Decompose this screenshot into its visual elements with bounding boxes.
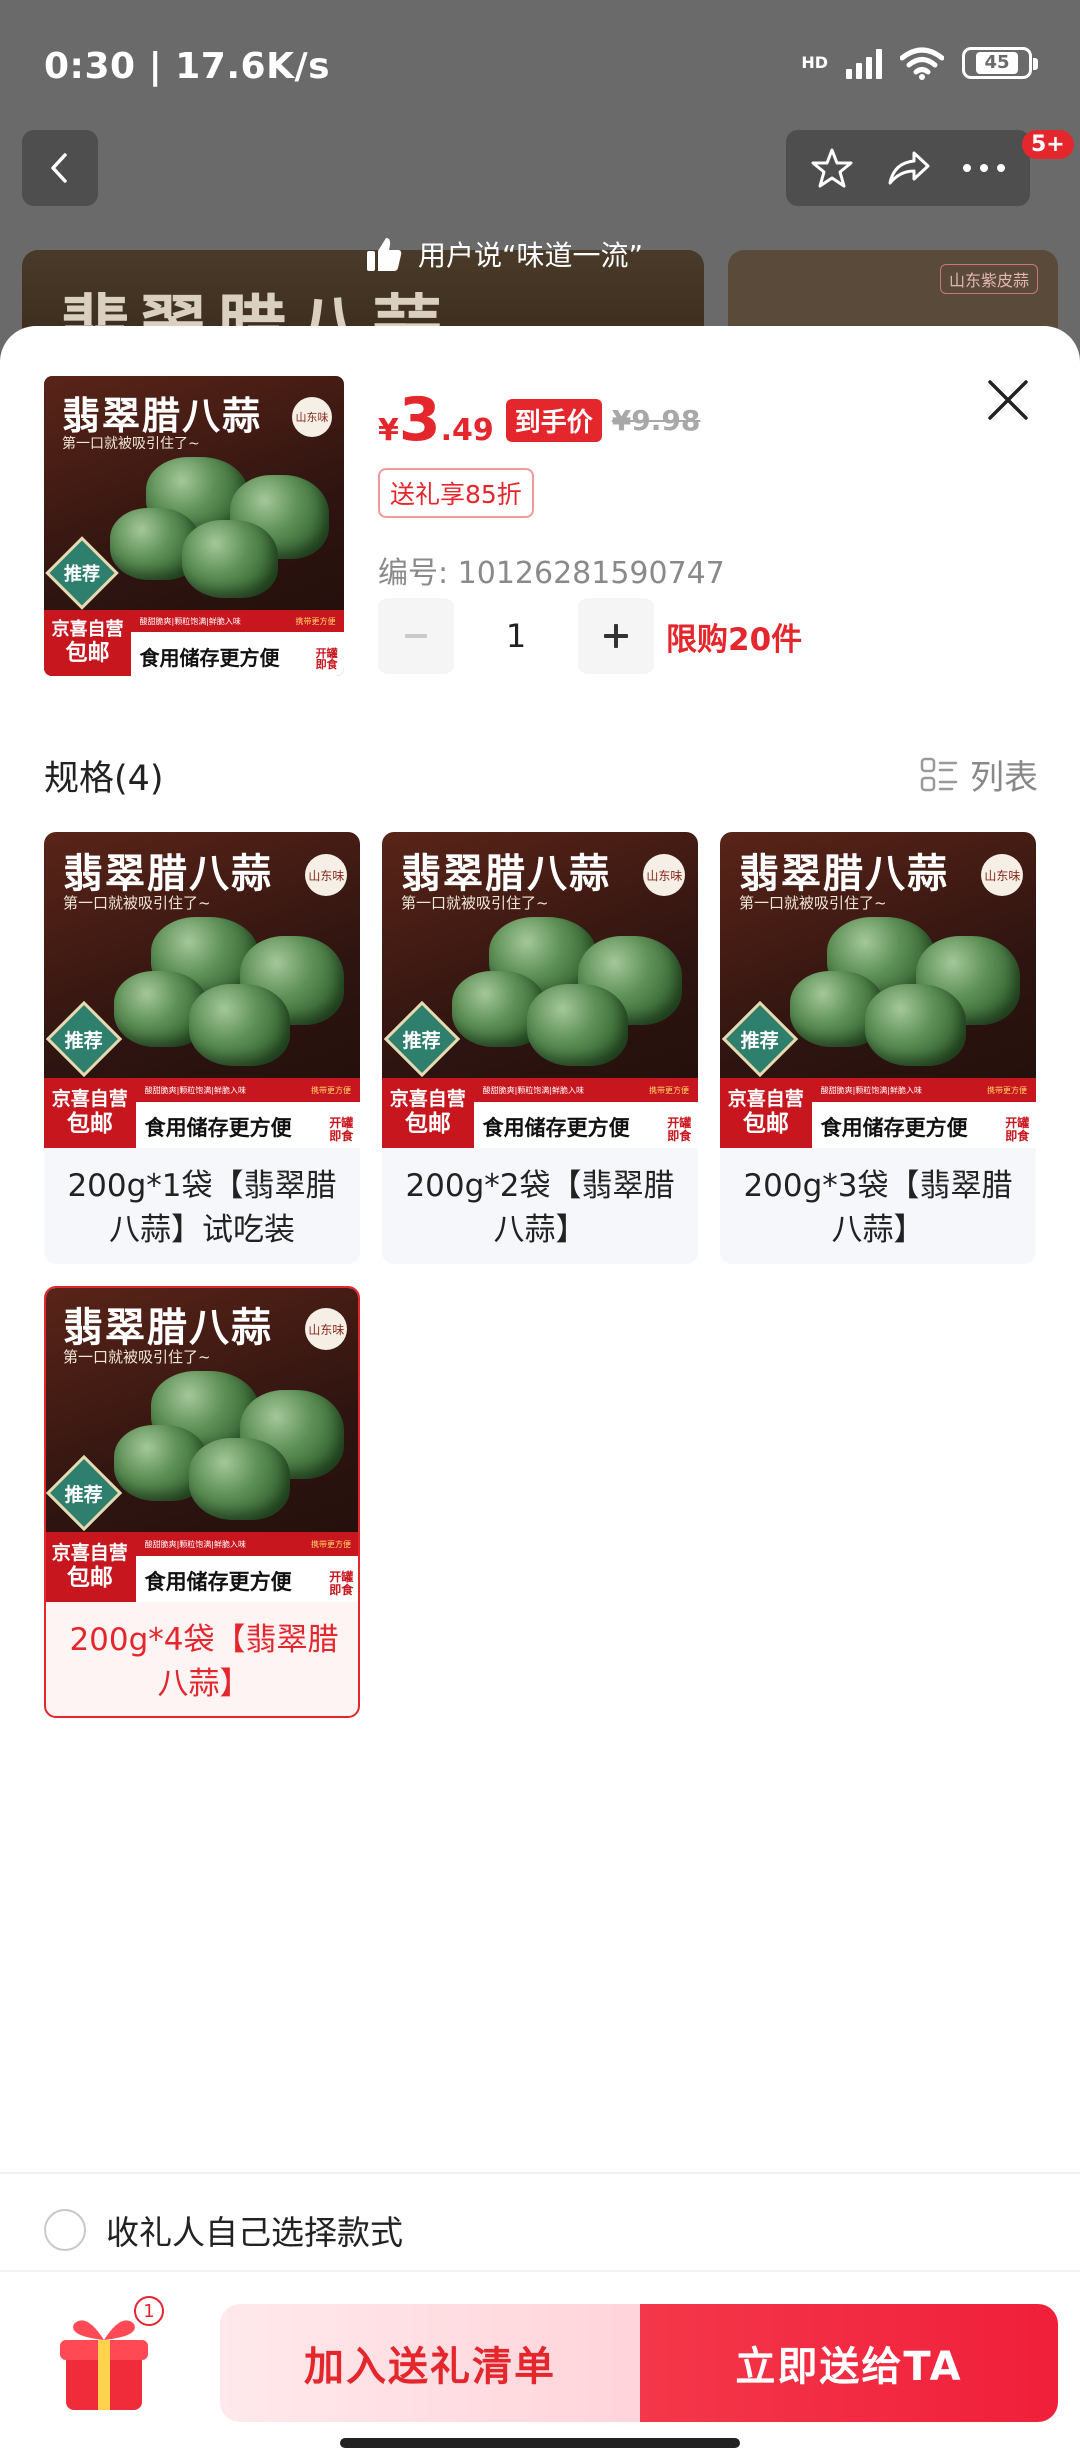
back-icon (51, 153, 67, 183)
close-icon[interactable] (980, 372, 1036, 428)
list-view-label: 列表 (970, 758, 1038, 798)
divider (0, 2172, 1080, 2174)
more-icon[interactable] (961, 162, 1007, 174)
signal-icon (846, 47, 882, 79)
spec-option-card[interactable]: 翡翠腊八蒜 山东味 第一口就被吸引住了~ 推荐 京喜自营 包邮 酸甜脆爽|颗粒饱满|鲜脆入味… (382, 832, 698, 1264)
back-button[interactable] (22, 130, 98, 206)
spec-option-card[interactable]: 翡翠腊八蒜 山东味 第一口就被吸引住了~ 推荐 京喜自营 包邮 酸甜脆爽|颗粒饱满|鲜脆入味… (44, 1286, 360, 1718)
status-bar: 0:30 | 17.6K/s HD 45 (0, 0, 1080, 130)
recipient-choice-label: 收礼人自己选择款式 (106, 2213, 403, 2252)
bottom-action-bar: 1 加入送礼清单 立即送给TA (0, 2270, 1080, 2460)
spec-section-title: 规格(4) (44, 759, 164, 799)
image-subtitle: 第一口就被吸引住了~ (62, 436, 200, 452)
garlic-clove (182, 520, 278, 598)
decrease-button[interactable] (378, 598, 454, 674)
spec-option-label: 200g*2袋【翡翠腊八蒜】 (405, 1168, 675, 1248)
user-review-text: 用户说“味道一流” (418, 239, 644, 272)
image-region-badge: 山东味 (292, 397, 332, 437)
spec-option-image: 翡翠腊八蒜 山东味 第一口就被吸引住了~ 推荐 京喜自营 包邮 酸甜脆爽|颗粒饱满|鲜脆入味… (46, 1288, 358, 1602)
thumbs-up-icon (367, 238, 402, 271)
recipient-choice-option[interactable]: 收礼人自己选择款式 (44, 2206, 403, 2254)
spec-selector-sheet: 翡翠腊八蒜 山东味 第一口就被吸引住了~ 推荐 京喜自营 包邮 酸甜脆爽|颗粒饱满… (0, 326, 1080, 2460)
system-icons: HD 45 (801, 46, 1038, 80)
radio-button[interactable] (44, 2209, 86, 2251)
spec-option-label: 200g*1袋【翡翠腊八蒜】试吃装 (67, 1168, 337, 1248)
original-price: ¥9.98 (611, 403, 701, 437)
gift-discount-tag: 送礼享85折 (378, 468, 534, 518)
list-view-icon (920, 757, 958, 791)
network-type: HD (801, 53, 828, 72)
spec-option-image: 翡翠腊八蒜 山东味 第一口就被吸引住了~ 推荐 京喜自营 包邮 酸甜脆爽|颗粒饱满|鲜脆入味… (720, 832, 1036, 1148)
quantity-value[interactable]: 1 (454, 617, 578, 655)
spec-option-label: 200g*4袋【翡翠腊八蒜】 (69, 1622, 339, 1702)
battery-icon: 45 (962, 47, 1038, 79)
gift-count-badge: 1 (134, 2296, 164, 2326)
list-view-toggle[interactable]: 列表 (920, 750, 1038, 799)
purchase-limit: 限购20件 (666, 621, 803, 658)
status-time: 0:30 | 17.6K/s (44, 46, 331, 87)
recommend-badge: 推荐 (45, 536, 119, 610)
side-image-tag: 山东紫皮蒜 (939, 264, 1038, 294)
background-product-page: 0:30 | 17.6K/s HD 45 5+ 翡翠腊八蒜 山东紫皮蒜 用户说“… (0, 0, 1080, 360)
notification-badge: 5+ (1022, 130, 1074, 159)
product-image: 翡翠腊八蒜 山东味 第一口就被吸引住了~ 推荐 京喜自营 包邮 酸甜脆爽|颗粒饱满… (44, 376, 344, 676)
price-row: ¥ 3 .49 到手价 ¥9.98 (378, 390, 700, 450)
user-review-bar: 用户说“味道一流” (364, 222, 643, 286)
image-title: 翡翠腊八蒜 (62, 393, 263, 438)
final-price-tag: 到手价 (505, 398, 602, 442)
wifi-icon (900, 47, 944, 80)
spec-option-image: 翡翠腊八蒜 山东味 第一口就被吸引住了~ 推荐 京喜自营 包邮 酸甜脆爽|颗粒饱满|鲜脆入味… (44, 832, 360, 1148)
quantity-stepper: 1 限购20件 (378, 598, 802, 674)
currency-symbol: ¥ (378, 413, 399, 448)
battery-level: 45 (976, 52, 1018, 74)
price-integer: 3 (398, 385, 441, 455)
share-icon[interactable] (884, 145, 932, 191)
image-bottom-banner: 酸甜脆爽|颗粒饱满|鲜脆入味 携带更方便 食用储存更方便 开罐 即食 (131, 610, 344, 676)
star-icon[interactable] (809, 145, 855, 191)
gift-box-icon[interactable] (56, 2310, 152, 2414)
jd-self-operated-badge: 京喜自营 包邮 (44, 610, 131, 676)
plus-icon (604, 624, 628, 648)
minus-icon (405, 634, 427, 638)
add-to-gift-list-button[interactable]: 加入送礼清单 (220, 2304, 640, 2422)
spec-option-card[interactable]: 翡翠腊八蒜 山东味 第一口就被吸引住了~ 推荐 京喜自营 包邮 酸甜脆爽|颗粒饱满|鲜脆入味… (720, 832, 1036, 1264)
sku-number: 编号: 10126281590747 (378, 556, 725, 591)
spec-option-card[interactable]: 翡翠腊八蒜 山东味 第一口就被吸引住了~ 推荐 京喜自营 包邮 酸甜脆爽|颗粒饱满|鲜脆入味… (44, 832, 360, 1264)
send-gift-now-button[interactable]: 立即送给TA (640, 2304, 1058, 2422)
top-actions (786, 130, 1030, 206)
price-decimal: .49 (440, 413, 494, 448)
home-indicator[interactable] (340, 2438, 740, 2448)
increase-button[interactable] (578, 598, 654, 674)
spec-option-label: 200g*3袋【翡翠腊八蒜】 (743, 1168, 1013, 1248)
spec-option-image: 翡翠腊八蒜 山东味 第一口就被吸引住了~ 推荐 京喜自营 包邮 酸甜脆爽|颗粒饱满|鲜脆入味… (382, 832, 698, 1148)
